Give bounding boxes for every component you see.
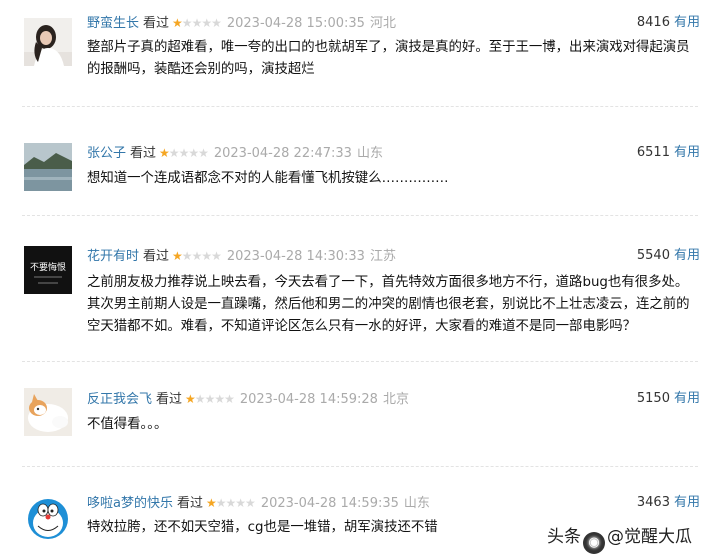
divider: [22, 106, 698, 107]
star-filled-icon: ★: [172, 16, 183, 30]
useful-button[interactable]: 有用: [674, 495, 700, 510]
avatar-sign-text: 不要悔恨: [30, 261, 66, 273]
review-content: 整部片子真的超难看，唯一夸的出口的也就胡军了，演技是真的好。至于王一博，出来演戏…: [87, 40, 690, 77]
user-avatar[interactable]: 不要悔恨: [24, 246, 72, 294]
star-filled-icon: ★: [205, 496, 217, 510]
watch-status: 看过: [130, 146, 157, 161]
watermark-prefix: 头条: [547, 527, 581, 547]
watch-status: 看过: [143, 249, 170, 264]
divider: [22, 361, 698, 362]
star-empty-icon: ★: [168, 146, 180, 160]
toutiao-logo-icon: ◉: [583, 532, 605, 554]
divider: [22, 466, 698, 467]
watermark-handle: @觉醒大瓜: [607, 527, 692, 547]
woman-portrait-avatar-icon: [24, 18, 72, 66]
user-avatar[interactable]: [24, 493, 72, 541]
useful-button[interactable]: 有用: [674, 391, 700, 406]
review-location: 北京: [382, 392, 409, 407]
vote-count: 5540: [636, 248, 670, 263]
text-sign-avatar-icon: 不要悔恨: [24, 246, 72, 294]
review-content: 之前朋友极力推荐说上映去看，今天去看了一下，首先特效方面很多地方不行，道路bug…: [87, 275, 690, 334]
doraemon-avatar-icon: [24, 493, 72, 541]
username-link[interactable]: 哆啦a梦的快乐: [87, 496, 173, 511]
review-location: 河北: [369, 16, 396, 31]
star-empty-icon: ★: [188, 146, 199, 160]
username-link[interactable]: 野蛮生长: [87, 16, 139, 31]
review-time: 2023-04-28 15:00:35: [226, 16, 365, 31]
vote-count: 3463: [636, 495, 670, 510]
watermark: 头条 ◉ @觉醒大瓜: [547, 522, 692, 554]
username-link[interactable]: 反正我会飞: [87, 392, 152, 407]
divider: [22, 215, 698, 216]
review-location: 江苏: [369, 249, 396, 264]
star-empty-icon: ★: [211, 249, 222, 263]
star-empty-icon: ★: [215, 496, 227, 510]
review-location: 山东: [356, 146, 383, 161]
star-empty-icon: ★: [245, 496, 256, 510]
review-content: 不值得看。。。: [87, 417, 168, 432]
user-avatar[interactable]: [24, 18, 72, 66]
username-link[interactable]: 张公子: [87, 146, 126, 161]
star-empty-icon: ★: [204, 392, 216, 406]
useful-button[interactable]: 有用: [674, 248, 700, 263]
review-time: 2023-04-28 14:59:35: [260, 496, 399, 511]
landscape-avatar-icon: [24, 143, 72, 191]
star-filled-icon: ★: [159, 146, 170, 160]
review-time: 2023-04-28 22:47:33: [213, 146, 352, 161]
user-avatar[interactable]: [24, 143, 72, 191]
review-meta: 反正我会飞 看过 ★★★★★ 2023-04-28 14:59:28 北京: [87, 389, 409, 409]
rating-stars: ★★★★★: [172, 246, 222, 266]
star-empty-icon: ★: [191, 16, 203, 30]
votes: 5540 有用: [637, 246, 700, 266]
watch-status: 看过: [143, 16, 170, 31]
useful-button[interactable]: 有用: [674, 145, 700, 160]
review-meta: 野蛮生长 看过 ★★★★★ 2023-04-28 15:00:35 河北: [87, 13, 396, 33]
votes: 3463 有用: [637, 493, 700, 513]
star-filled-icon: ★: [185, 392, 196, 406]
vote-count: 5150: [636, 391, 670, 406]
votes: 8416 有用: [637, 13, 700, 33]
star-empty-icon: ★: [178, 146, 190, 160]
rating-stars: ★★★★★: [205, 493, 256, 513]
useful-button[interactable]: 有用: [674, 15, 700, 30]
cat-avatar-icon: [24, 388, 72, 436]
star-empty-icon: ★: [201, 249, 212, 263]
votes: 5150 有用: [637, 389, 700, 409]
review-time: 2023-04-28 14:30:33: [226, 249, 365, 264]
username-link[interactable]: 花开有时: [87, 249, 139, 264]
watch-status: 看过: [156, 392, 183, 407]
vote-count: 8416: [636, 15, 670, 30]
user-avatar[interactable]: [24, 388, 72, 436]
review-content: 想知道一个连成语都念不对的人能看懂飞机按键么……………: [87, 171, 449, 186]
review-time: 2023-04-28 14:59:28: [239, 392, 378, 407]
star-filled-icon: ★: [172, 249, 183, 263]
star-empty-icon: ★: [181, 16, 193, 30]
review-meta: 张公子 看过 ★★★★★ 2023-04-28 22:47:33 山东: [87, 143, 383, 163]
star-empty-icon: ★: [211, 16, 222, 30]
votes: 6511 有用: [637, 143, 700, 163]
rating-stars: ★★★★★: [172, 13, 222, 33]
star-empty-icon: ★: [235, 496, 246, 510]
review-meta: 花开有时 看过 ★★★★★ 2023-04-28 14:30:33 江苏: [87, 246, 396, 266]
vote-count: 6511: [636, 145, 670, 160]
star-empty-icon: ★: [198, 146, 209, 160]
star-empty-icon: ★: [194, 392, 206, 406]
review-meta: 哆啦a梦的快乐 看过 ★★★★★ 2023-04-28 14:59:35 山东: [87, 493, 430, 513]
star-empty-icon: ★: [201, 16, 212, 30]
star-empty-icon: ★: [181, 249, 193, 263]
star-empty-icon: ★: [191, 249, 203, 263]
star-empty-icon: ★: [224, 392, 235, 406]
rating-stars: ★★★★★: [185, 389, 235, 409]
rating-stars: ★★★★★: [159, 143, 209, 163]
review-location: 山东: [403, 496, 430, 511]
watch-status: 看过: [176, 496, 203, 511]
star-empty-icon: ★: [225, 496, 237, 510]
star-empty-icon: ★: [214, 392, 225, 406]
